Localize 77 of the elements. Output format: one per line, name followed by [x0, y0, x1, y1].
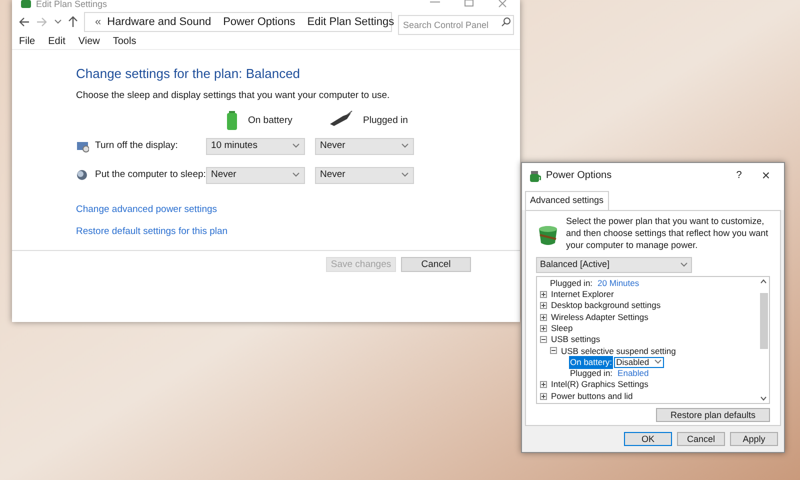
scrollbar-thumb[interactable]: [760, 292, 768, 348]
power-plan-icon: [528, 168, 541, 182]
scroll-down-icon[interactable]: [760, 396, 767, 400]
chevron-down-icon: [654, 358, 662, 366]
monitor-icon: [76, 140, 89, 153]
setting-label[interactable]: On battery:: [569, 356, 614, 369]
dropdown[interactable]: Never: [206, 166, 305, 184]
link[interactable]: Restore default settings for this plan: [76, 225, 228, 240]
tree-item[interactable]: USB selective suspend setting: [561, 344, 676, 358]
dropdown[interactable]: 10 minutes: [206, 138, 305, 155]
close-icon[interactable]: [498, 0, 508, 8]
link[interactable]: Change advanced power settings: [76, 202, 218, 217]
button[interactable]: Apply: [730, 432, 778, 446]
value-dropdown[interactable]: Disabled: [614, 356, 664, 368]
collapse-icon[interactable]: [540, 336, 547, 344]
tree-item[interactable]: Power buttons and lid: [551, 390, 633, 402]
overflow-chevrons[interactable]: «: [95, 14, 102, 30]
tree-item[interactable]: Wireless Adapter Settings: [551, 310, 648, 324]
expand-icon[interactable]: [540, 290, 547, 298]
tab[interactable]: Advanced settings: [525, 191, 609, 210]
up-arrow-icon[interactable]: [68, 16, 78, 28]
instructions: Select the power plan that you want to customize, and then choose settings that reflect how you want your computer to manage power.: [566, 214, 770, 250]
expand-icon[interactable]: [540, 324, 547, 332]
battery-icon: [226, 110, 238, 132]
setting-label: Turn off the display:: [95, 139, 178, 154]
tree-item[interactable]: Sleep: [551, 322, 573, 335]
menu-item[interactable]: Edit: [48, 34, 66, 49]
setting-label[interactable]: Plugged in:: [549, 276, 594, 290]
plan-dropdown[interactable]: Balanced [Active]: [536, 256, 692, 272]
back-arrow-icon[interactable]: [18, 16, 30, 28]
button[interactable]: Cancel: [401, 257, 471, 272]
moon-icon: [76, 168, 89, 182]
breadcrumb[interactable]: Power Options: [223, 14, 296, 30]
setting-label[interactable]: Plugged in:: [569, 367, 614, 380]
expand-icon[interactable]: [540, 302, 547, 310]
column-label: Plugged in: [363, 114, 408, 128]
breadcrumb[interactable]: Hardware and Sound: [107, 14, 212, 30]
expand-icon[interactable]: [540, 381, 547, 388]
maximize-icon[interactable]: [464, 0, 474, 8]
description: Choose the sleep and display settings that you want your computer to use.: [76, 88, 391, 102]
column-label: On battery: [248, 114, 292, 128]
chevron-down-icon: [680, 260, 688, 268]
button[interactable]: Restore plan defaults: [656, 408, 770, 422]
app-icon: [20, 0, 32, 8]
tree-item[interactable]: Desktop background settings: [551, 299, 661, 312]
expand-icon[interactable]: [540, 314, 547, 321]
dropdown[interactable]: Never: [315, 138, 414, 155]
menu-item[interactable]: Tools: [112, 34, 136, 49]
menu-item[interactable]: File: [19, 34, 36, 49]
tree-item[interactable]: USB settings: [551, 333, 600, 346]
page-heading: Change settings for the plan: Balanced: [76, 65, 302, 83]
setting-label: Put the computer to sleep:: [95, 168, 206, 182]
collapse-icon[interactable]: [550, 347, 557, 354]
expand-icon[interactable]: [540, 392, 547, 400]
close-button[interactable]: ×: [754, 164, 778, 186]
address-bar[interactable]: « Hardware and Sound Power Options Edit Plan Settings: [84, 12, 392, 32]
chevron-down-icon[interactable]: [54, 18, 62, 26]
setting-value[interactable]: 20 Minutes: [598, 276, 640, 290]
scrollbar[interactable]: [758, 276, 769, 402]
button[interactable]: Cancel: [677, 432, 725, 446]
breadcrumb[interactable]: Edit Plan Settings: [307, 14, 394, 30]
scroll-up-icon[interactable]: [760, 278, 767, 284]
menu-item[interactable]: View: [78, 34, 100, 49]
search-icon: [501, 17, 511, 27]
button[interactable]: OK: [624, 432, 672, 446]
dialog-title: Power Options: [546, 168, 613, 182]
tree-item[interactable]: Intel(R) Graphics Settings: [551, 378, 648, 392]
search-field[interactable]: Search Control Panel: [398, 15, 514, 35]
window-title: Edit Plan Settings: [36, 0, 108, 9]
chevron-down-icon: [292, 142, 300, 150]
help-button[interactable]: ?: [729, 168, 749, 182]
dropdown[interactable]: Never: [315, 166, 414, 184]
chevron-down-icon: [292, 171, 300, 180]
chevron-down-icon: [401, 171, 409, 180]
tree-item[interactable]: Internet Explorer: [551, 288, 614, 301]
setting-value[interactable]: Enabled: [618, 367, 649, 380]
chevron-down-icon: [401, 142, 409, 150]
